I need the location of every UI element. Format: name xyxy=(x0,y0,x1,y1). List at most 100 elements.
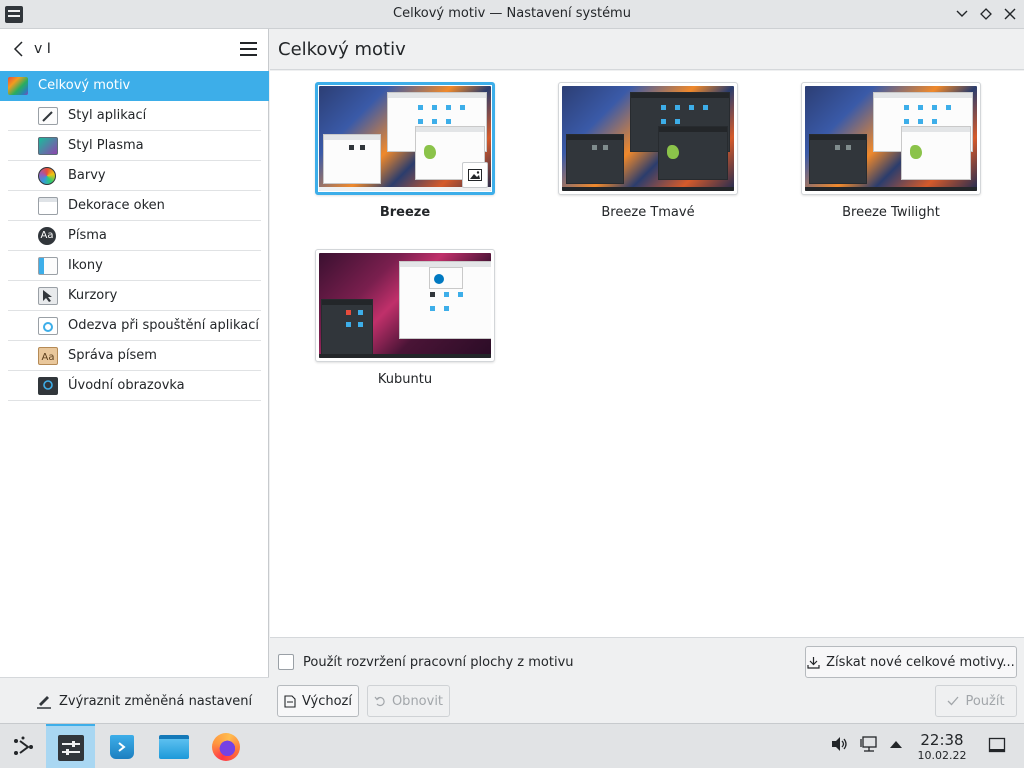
page-header: Celkový motiv xyxy=(270,29,1024,70)
taskbar-system-settings[interactable] xyxy=(46,724,95,768)
sidebar-item-kurzory[interactable]: Kurzory xyxy=(0,281,269,311)
diamond-icon xyxy=(980,8,992,20)
sidebar-item-label: Styl Plasma xyxy=(68,138,144,153)
sidebar-item-odezva[interactable]: Odezva při spouštění aplikací xyxy=(0,311,269,341)
theme-name: Breeze xyxy=(379,205,431,220)
sidebar-item-styl-plasma[interactable]: Styl Plasma xyxy=(0,131,269,161)
highlighter-icon xyxy=(37,696,51,709)
plasma-style-icon xyxy=(38,137,58,155)
hamburger-menu-button[interactable] xyxy=(240,42,257,56)
sidebar-item-label: Styl aplikací xyxy=(68,108,147,123)
sidebar-item-label: Úvodní obrazovka xyxy=(68,378,185,393)
defaults-button[interactable]: Výchozí xyxy=(277,685,359,717)
highlight-changed-settings-button[interactable]: Zvýraznit změněná nastavení xyxy=(36,693,252,709)
sidebar-item-celkovy-motiv[interactable]: Celkový motiv xyxy=(0,71,269,101)
colors-icon xyxy=(38,167,56,185)
chevron-down-icon xyxy=(956,10,968,17)
clock-time: 22:38 xyxy=(920,731,964,749)
sidebar-item-label: Kurzory xyxy=(68,288,118,303)
global-theme-icon xyxy=(8,77,28,95)
theme-name: Breeze Twilight xyxy=(842,205,940,220)
sidebar-item-label: Dekorace oken xyxy=(68,198,165,213)
window-decoration-icon xyxy=(38,197,58,215)
sidebar-header: v I xyxy=(0,29,269,70)
theme-card-kubuntu[interactable]: Kubuntu xyxy=(315,249,495,387)
sidebar-item-label: Barvy xyxy=(68,168,106,183)
close-button[interactable] xyxy=(1000,4,1020,24)
icons-icon xyxy=(38,257,58,275)
sidebar-item-styl-aplikaci[interactable]: Styl aplikací xyxy=(0,101,269,131)
minimize-button[interactable] xyxy=(952,4,972,24)
back-button[interactable] xyxy=(10,40,28,58)
maximize-button[interactable] xyxy=(976,4,996,24)
digital-clock[interactable]: 22:38 10.02.22 xyxy=(912,731,972,763)
show-desktop-icon xyxy=(988,737,1006,753)
sidebar-item-label: Odezva při spouštění aplikací xyxy=(68,318,259,333)
application-launcher-button[interactable] xyxy=(4,724,42,768)
theme-name: Breeze Tmavé xyxy=(601,205,695,220)
taskbar-firefox[interactable] xyxy=(204,724,248,768)
page-title: Celkový motiv xyxy=(278,39,406,60)
sidebar-item-barvy[interactable]: Barvy xyxy=(0,161,269,191)
theme-preview-frame xyxy=(315,249,495,362)
sidebar-item-label: Písma xyxy=(68,228,107,243)
cursors-icon xyxy=(38,287,58,305)
download-icon xyxy=(807,656,820,669)
theme-card-breeze[interactable]: Breeze xyxy=(315,82,495,220)
sidebar-item-uvodni-obrazovka[interactable]: Úvodní obrazovka xyxy=(0,371,269,401)
title-bar[interactable]: Celkový motiv — Nastavení systému xyxy=(0,0,1024,29)
get-new-themes-button[interactable]: Získat nové celkové motivy... xyxy=(805,646,1017,678)
tray-expand-icon[interactable] xyxy=(888,737,904,755)
theme-card-breeze-tmave[interactable]: Breeze Tmavé xyxy=(558,82,738,220)
sidebar-item-label: Celkový motiv xyxy=(38,78,131,93)
font-management-icon: Aa xyxy=(38,347,58,365)
taskbar: 22:38 10.02.22 xyxy=(0,723,1024,768)
apply-button[interactable]: Použít xyxy=(935,685,1017,717)
image-icon xyxy=(468,169,482,181)
show-desktop-button[interactable] xyxy=(988,737,1006,759)
bottom-action-bar: Použít rozvržení pracovní plochy z motiv… xyxy=(270,637,1024,723)
checkmark-icon xyxy=(947,696,959,706)
theme-name: Kubuntu xyxy=(377,372,433,387)
sidebar-item-label: Ikony xyxy=(68,258,103,273)
sidebar-item-sprava-pisem[interactable]: Aa Správa písem xyxy=(0,341,269,371)
checkbox-label: Použít rozvržení pracovní plochy z motiv… xyxy=(303,654,574,670)
highlight-changed-label: Zvýraznit změněná nastavení xyxy=(59,693,253,709)
theme-preview-image xyxy=(319,253,491,358)
system-settings-icon xyxy=(57,734,84,761)
sidebar-item-dekorace-oken[interactable]: Dekorace oken xyxy=(0,191,269,221)
taskbar-discover[interactable] xyxy=(100,724,144,768)
clock-date: 10.02.22 xyxy=(917,749,967,762)
kde-launcher-icon xyxy=(14,736,33,755)
undo-icon xyxy=(374,696,385,707)
theme-preview-image xyxy=(562,86,734,191)
sidebar: v I Celkový motiv Styl aplikací Styl Pla… xyxy=(0,29,269,723)
preview-button[interactable] xyxy=(462,162,488,188)
use-desktop-layout-checkbox[interactable]: Použít rozvržení pracovní plochy z motiv… xyxy=(278,654,574,670)
splash-screen-icon xyxy=(38,377,58,395)
application-style-icon xyxy=(38,107,58,125)
theme-preview-frame xyxy=(558,82,738,195)
launch-feedback-icon xyxy=(38,317,58,335)
reset-button[interactable]: Obnovit xyxy=(367,685,450,717)
volume-icon[interactable] xyxy=(830,735,848,757)
theme-preview-frame xyxy=(801,82,981,195)
theme-grid: Breeze Breeze Tmavé Breeze Twilight Kubu… xyxy=(270,71,1024,637)
checkbox-box[interactable] xyxy=(278,654,294,670)
folder-icon xyxy=(159,734,189,759)
sidebar-item-ikony[interactable]: Ikony xyxy=(0,251,269,281)
theme-card-breeze-twilight[interactable]: Breeze Twilight xyxy=(801,82,981,220)
document-icon xyxy=(284,694,296,708)
sidebar-item-label: Správa písem xyxy=(68,348,157,363)
theme-preview-image xyxy=(805,86,977,191)
network-icon[interactable] xyxy=(860,735,878,757)
sidebar-footer: Zvýraznit změněná nastavení xyxy=(0,677,269,723)
close-icon xyxy=(1004,8,1016,20)
taskbar-dolphin[interactable] xyxy=(152,724,196,768)
window-title: Celkový motiv — Nastavení systému xyxy=(393,6,631,21)
theme-preview-frame xyxy=(315,82,495,195)
search-input[interactable]: v I xyxy=(34,41,51,57)
discover-store-icon xyxy=(110,734,134,759)
sidebar-item-pisma[interactable]: Aa Písma xyxy=(0,221,269,251)
firefox-icon xyxy=(212,732,240,761)
